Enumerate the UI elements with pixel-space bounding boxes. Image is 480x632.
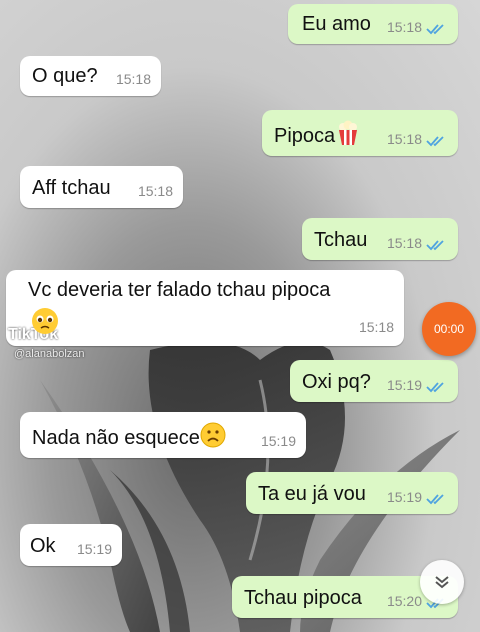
read-ticks-icon	[426, 136, 444, 147]
message-time: 15:20	[386, 593, 422, 609]
read-ticks-icon	[426, 494, 444, 505]
message-text: O que?	[32, 65, 98, 87]
message-text: Ta eu já vou	[258, 483, 366, 505]
pleading-face-icon	[32, 308, 58, 334]
read-ticks-icon	[426, 240, 444, 251]
message-incoming[interactable]: Aff tchau 15:18	[20, 166, 183, 208]
message-text: Tchau pipoca	[244, 587, 362, 609]
read-ticks-icon	[426, 382, 444, 393]
message-incoming[interactable]: Nada não esquece 15:19	[20, 412, 306, 458]
message-time: 15:18	[358, 319, 394, 335]
message-time: 15:19	[260, 433, 296, 449]
popcorn-icon	[339, 120, 358, 145]
message-incoming[interactable]: Ok 15:19	[20, 524, 122, 566]
message-text: Ok	[30, 535, 56, 557]
message-time: 15:19	[76, 541, 112, 557]
message-text: Aff tchau	[32, 177, 111, 199]
record-timer-text: 00:00	[433, 322, 465, 336]
message-text: Tchau	[314, 229, 368, 251]
message-text-content: Nada não esquece	[32, 427, 200, 449]
frowning-face-icon	[200, 422, 226, 448]
scroll-to-bottom-button[interactable]	[420, 560, 464, 604]
record-timer-button[interactable]: 00:00	[422, 302, 476, 356]
message-time: 15:18	[137, 183, 173, 199]
message-text: Oxi pq?	[302, 371, 371, 393]
message-time: 15:18	[386, 19, 422, 35]
message-text: Eu amo	[302, 13, 371, 35]
message-text: Pipoca	[274, 120, 361, 148]
message-incoming[interactable]: Vc deveria ter falado tchau pipoca 15:18	[6, 270, 404, 346]
message-time: 15:19	[386, 489, 422, 505]
message-outgoing[interactable]: Tchau 15:18	[302, 218, 458, 260]
message-text: Vc deveria ter falado tchau pipoca	[28, 279, 331, 301]
message-time: 15:19	[386, 377, 422, 393]
message-outgoing[interactable]: Oxi pq? 15:19	[290, 360, 458, 402]
message-time: 15:18	[386, 235, 422, 251]
message-text: Nada não esquece	[32, 422, 226, 450]
message-outgoing[interactable]: Ta eu já vou 15:19	[246, 472, 458, 514]
message-incoming[interactable]: O que? 15:18	[20, 56, 161, 96]
message-text-content: Pipoca	[274, 125, 336, 147]
message-outgoing[interactable]: Pipoca 15:18	[262, 110, 458, 156]
tiktok-username: @alanabolzan	[14, 348, 85, 360]
message-time: 15:18	[115, 71, 151, 87]
read-ticks-icon	[426, 24, 444, 35]
message-time: 15:18	[386, 131, 422, 147]
double-chevron-down-icon	[435, 576, 449, 589]
message-outgoing[interactable]: Eu amo 15:18	[288, 4, 458, 44]
